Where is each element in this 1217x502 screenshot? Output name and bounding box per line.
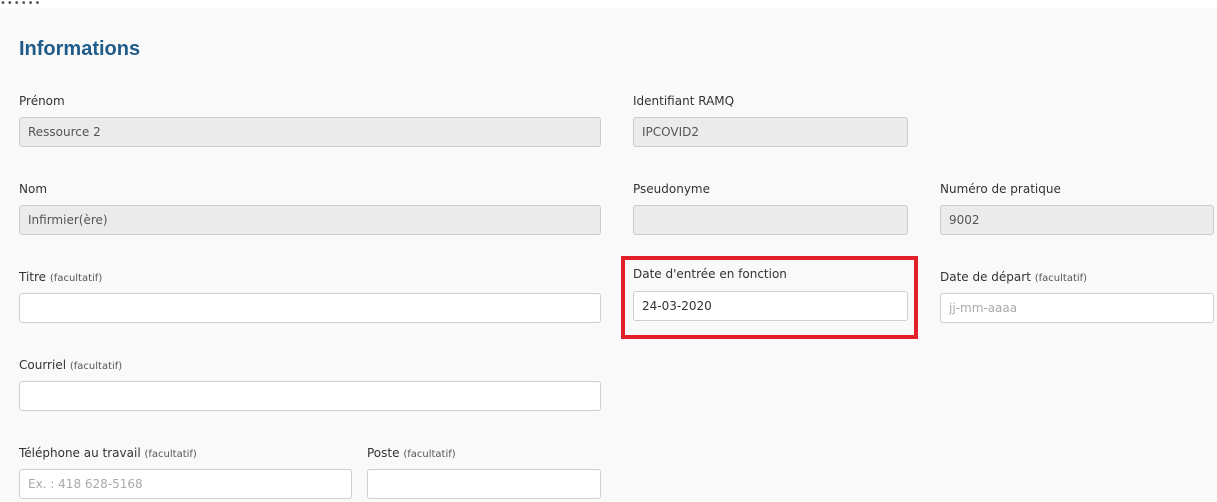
section-title: Informations bbox=[19, 38, 141, 60]
telephone-optional: (facultatif) bbox=[144, 449, 197, 460]
top-edge-dots: •••••• bbox=[0, 0, 42, 9]
poste-optional: (facultatif) bbox=[403, 449, 456, 460]
identifiant-ramq-label: Identifiant RAMQ bbox=[633, 94, 735, 108]
prenom-label: Prénom bbox=[19, 94, 65, 108]
numero-pratique-label: Numéro de pratique bbox=[940, 182, 1061, 196]
titre-field[interactable] bbox=[19, 293, 601, 323]
poste-field[interactable] bbox=[367, 469, 601, 499]
courriel-field[interactable] bbox=[19, 381, 601, 411]
date-depart-label: Date de départ (facultatif) bbox=[940, 270, 1088, 284]
prenom-field[interactable] bbox=[19, 117, 601, 147]
telephone-field[interactable] bbox=[19, 469, 352, 499]
titre-optional: (facultatif) bbox=[49, 273, 103, 284]
telephone-label: Téléphone au travail (facultatif) bbox=[19, 446, 197, 460]
nom-label: Nom bbox=[19, 182, 48, 196]
pseudonyme-field[interactable] bbox=[633, 205, 908, 235]
nom-field[interactable] bbox=[19, 205, 601, 235]
date-depart-optional: (facultatif) bbox=[1034, 273, 1088, 284]
highlight-box bbox=[621, 256, 918, 339]
courriel-label: Courriel (facultatif) bbox=[19, 358, 123, 372]
titre-label: Titre (facultatif) bbox=[19, 270, 103, 284]
courriel-optional: (facultatif) bbox=[69, 361, 123, 372]
pseudonyme-label: Pseudonyme bbox=[633, 182, 711, 196]
poste-label: Poste (facultatif) bbox=[367, 446, 456, 460]
informations-panel bbox=[0, 8, 1217, 502]
numero-pratique-field[interactable] bbox=[940, 205, 1214, 235]
identifiant-ramq-field[interactable] bbox=[633, 117, 908, 147]
date-depart-field[interactable] bbox=[940, 293, 1214, 323]
